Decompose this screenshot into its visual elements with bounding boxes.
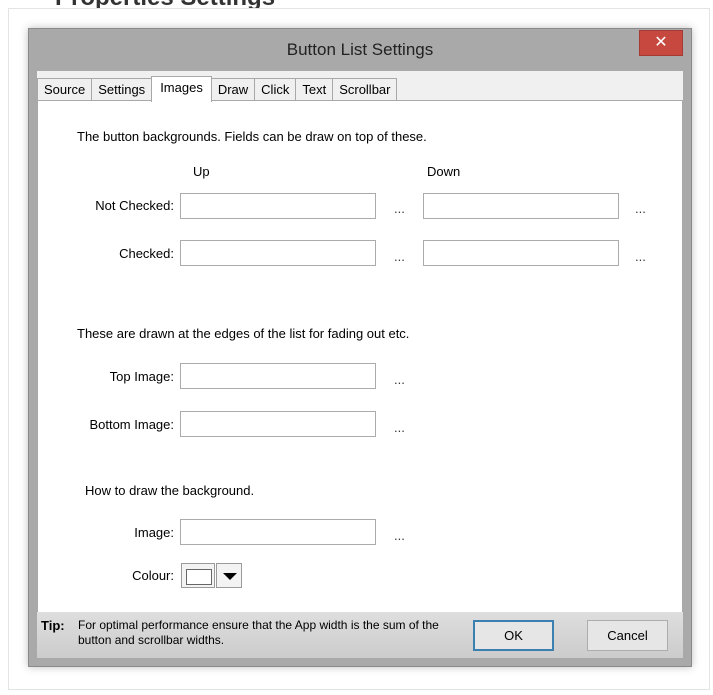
not-checked-down-browse-button[interactable]: ... [635,201,646,216]
checked-up-browse-button[interactable]: ... [394,249,405,264]
edges-intro: These are drawn at the edges of the list… [77,326,410,341]
tab-settings[interactable]: Settings [91,78,153,101]
colour-dropdown-button[interactable] [216,563,242,588]
colour-swatch-fill [186,569,212,585]
not-checked-down-field[interactable] [423,193,619,219]
bottom-image-browse-button[interactable]: ... [394,420,405,435]
checked-label: Checked: [119,246,174,261]
up-column-header: Up [193,164,210,179]
button-list-settings-dialog: Button List Settings ✕ Source Settings I… [28,28,692,667]
colour-label: Colour: [132,568,174,583]
dialog-content: Source Settings Images Draw Click Text S… [37,71,683,658]
tab-scrollbar[interactable]: Scrollbar [332,78,398,101]
top-image-browse-button[interactable]: ... [394,372,405,387]
not-checked-up-field[interactable] [180,193,376,219]
tab-click[interactable]: Click [254,78,297,101]
down-column-header: Down [427,164,461,179]
backgrounds-intro: The button backgrounds. Fields can be dr… [77,129,427,144]
not-checked-label: Not Checked: [95,198,174,213]
titlebar[interactable]: Button List Settings ✕ [29,29,691,71]
tip-label: Tip: [41,618,65,633]
tab-images[interactable]: Images [151,76,212,102]
not-checked-up-browse-button[interactable]: ... [394,201,405,216]
checked-up-field[interactable] [180,240,376,266]
background-intro: How to draw the background. [85,483,255,498]
close-icon: ✕ [654,34,668,51]
top-image-field[interactable] [180,363,376,389]
ok-button[interactable]: OK [473,620,554,651]
chevron-down-icon [223,573,237,580]
colour-swatch[interactable] [181,563,215,588]
tip-text: For optimal performance ensure that the … [78,618,439,647]
bottom-image-field[interactable] [180,411,376,437]
checked-down-browse-button[interactable]: ... [635,249,646,264]
top-image-label: Top Image: [109,369,174,384]
checked-down-field[interactable] [423,240,619,266]
tip-footer: Tip: For optimal performance ensure that… [37,612,683,658]
tab-source[interactable]: Source [37,78,93,101]
image-field[interactable] [180,519,376,545]
tab-text[interactable]: Text [295,78,334,101]
bottom-image-label: Bottom Image: [89,417,174,432]
image-label: Image: [134,525,174,540]
tab-strip: Source Settings Images Draw Click Text S… [37,76,398,102]
cancel-button[interactable]: Cancel [587,620,668,651]
dialog-title: Button List Settings [286,40,434,59]
image-browse-button[interactable]: ... [394,528,405,543]
images-tab-panel: The button backgrounds. Fields can be dr… [37,100,683,614]
tab-draw[interactable]: Draw [210,78,256,101]
close-button[interactable]: ✕ [639,30,683,56]
